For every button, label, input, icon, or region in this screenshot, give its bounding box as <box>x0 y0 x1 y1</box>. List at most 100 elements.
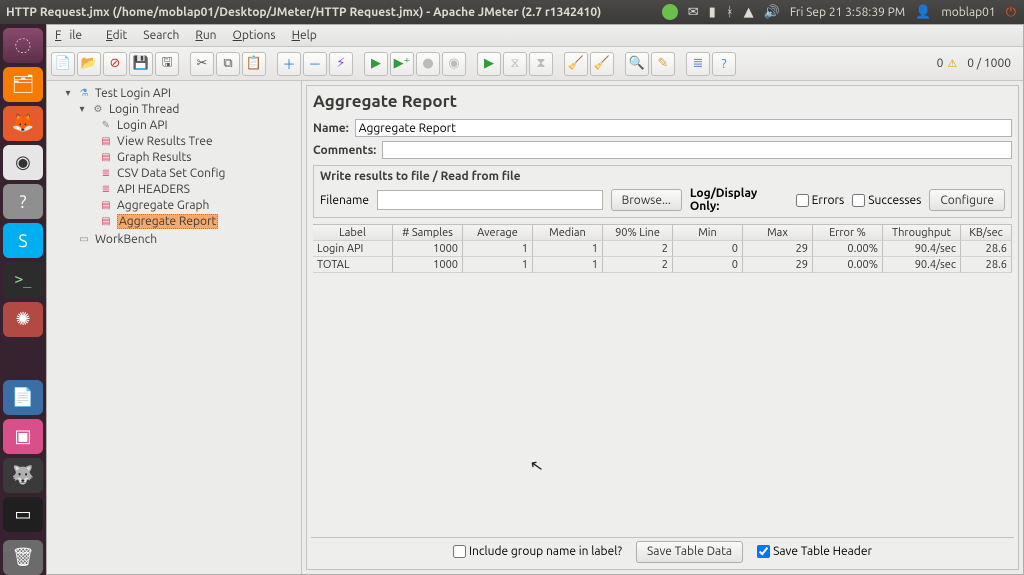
tool-collapse[interactable]: － <box>303 52 327 76</box>
table-row[interactable]: TOTAL 1000 1 1 2 0 29 0.00% 90.4/sec 28.… <box>313 257 1012 273</box>
col-min[interactable]: Min <box>673 225 743 241</box>
tree-sampler[interactable]: ✎Login API <box>49 117 299 133</box>
threadgroup-icon: ⚙ <box>91 102 105 116</box>
tool-expand[interactable]: ＋ <box>277 52 301 76</box>
menu-search[interactable]: Search <box>135 29 187 42</box>
tool-remote-shut[interactable]: ⧗ <box>529 52 553 76</box>
launcher-trash[interactable]: 🗑 <box>3 540 43 575</box>
aggregate-table[interactable]: Label # Samples Average Median 90% Line … <box>313 224 1012 273</box>
tool-remote-stop[interactable]: ⧖ <box>503 52 527 76</box>
clock[interactable]: Fri Sep 21 3:58:39 PM <box>790 6 905 19</box>
col-max[interactable]: Max <box>743 225 813 241</box>
tool-cut[interactable]: ✂ <box>190 52 214 76</box>
main-panel: Aggregate Report Name: Comments: Write r… <box>302 81 1023 574</box>
launcher-dash[interactable]: ◌ <box>3 28 43 63</box>
launcher-files[interactable]: 🗂 <box>3 67 43 102</box>
log-display-label: Log/Display Only: <box>690 187 788 213</box>
user-icon[interactable]: 👤 <box>915 5 931 20</box>
tool-search[interactable]: 🔍 <box>625 52 649 76</box>
tool-reset-search[interactable]: ✎ <box>651 52 675 76</box>
launcher-skype[interactable]: S <box>3 223 43 258</box>
col-kbsec[interactable]: KB/sec <box>961 225 1012 241</box>
power-icon[interactable]: ⏻ <box>1006 5 1016 20</box>
launcher-gimp[interactable]: 🐺 <box>3 458 43 493</box>
tool-start[interactable]: ▶ <box>364 52 388 76</box>
configure-button[interactable]: Configure <box>929 189 1005 211</box>
status-ok-icon[interactable] <box>662 4 678 20</box>
menu-file[interactable]: File <box>47 29 98 42</box>
tool-stop[interactable]: ● <box>416 52 440 76</box>
name-input[interactable] <box>355 119 1012 137</box>
table-footer: Include group name in label? Save Table … <box>311 537 1014 565</box>
tool-close[interactable]: ⊘ <box>103 52 127 76</box>
tool-open[interactable]: 📂 <box>77 52 101 76</box>
tool-new[interactable]: 📄 <box>51 52 75 76</box>
launcher-settings[interactable]: ✺ <box>3 302 43 337</box>
menu-help[interactable]: Help <box>284 29 325 42</box>
volume-icon[interactable]: 🔊 <box>764 5 780 20</box>
collapse-icon[interactable]: ▾ <box>77 103 87 115</box>
tool-shutdown[interactable]: ◉ <box>442 52 466 76</box>
menubar: File Edit Search Run Options Help <box>47 25 1023 47</box>
config-icon: ≣ <box>99 166 113 180</box>
tool-toggle[interactable]: ⚡ <box>329 52 353 76</box>
launcher-firefox[interactable]: 🦊 <box>3 106 43 141</box>
tree-view-results[interactable]: ▤View Results Tree <box>49 133 299 149</box>
test-plan-tree[interactable]: ▾ ⚗ Test Login API ▾ ⚙ Login Thread ✎Log… <box>47 81 302 574</box>
tool-remote-start[interactable]: ▶ <box>477 52 501 76</box>
name-label: Name: <box>313 122 349 135</box>
wifi-icon[interactable]: ▲ <box>744 5 754 20</box>
tree-agg-graph[interactable]: ▤Aggregate Graph <box>49 197 299 213</box>
menu-run[interactable]: Run <box>187 29 224 42</box>
filename-input[interactable] <box>377 190 603 210</box>
bluetooth-icon[interactable]: ᚼ <box>726 5 734 19</box>
launcher-chrome[interactable]: ◉ <box>3 145 43 180</box>
col-median[interactable]: Median <box>533 225 603 241</box>
col-error[interactable]: Error % <box>813 225 883 241</box>
col-throughput[interactable]: Throughput <box>883 225 961 241</box>
menu-options[interactable]: Options <box>225 29 284 42</box>
launcher-media[interactable]: ▣ <box>3 419 43 454</box>
tool-clear1[interactable]: 🧹 <box>564 52 588 76</box>
tree-agg-report[interactable]: ▤Aggregate Report <box>49 213 299 229</box>
col-label[interactable]: Label <box>313 225 393 241</box>
comments-input[interactable] <box>382 141 1012 159</box>
save-table-data-button[interactable]: Save Table Data <box>636 541 743 563</box>
col-average[interactable]: Average <box>463 225 533 241</box>
sampler-icon: ✎ <box>99 118 113 132</box>
tree-workbench[interactable]: ▾ ▭ WorkBench <box>49 231 299 247</box>
browse-button[interactable]: Browse... <box>611 189 682 211</box>
battery-icon[interactable]: ▮ <box>709 5 716 20</box>
tool-help[interactable]: ? <box>712 52 736 76</box>
save-table-header-checkbox[interactable]: Save Table Header <box>757 545 872 558</box>
launcher-help[interactable]: ? <box>3 184 43 219</box>
menu-edit[interactable]: Edit <box>98 29 135 42</box>
tool-paste[interactable]: 📋 <box>242 52 266 76</box>
tree-root[interactable]: ▾ ⚗ Test Login API <box>49 85 299 101</box>
tree-csv-config[interactable]: ≣CSV Data Set Config <box>49 165 299 181</box>
table-row[interactable]: Login API 1000 1 1 2 0 29 0.00% 90.4/sec… <box>313 241 1012 257</box>
username[interactable]: moblap01 <box>941 6 995 19</box>
include-group-checkbox[interactable]: Include group name in label? <box>453 545 622 558</box>
tool-saveas[interactable]: 🖫 <box>155 52 179 76</box>
launcher-writer[interactable]: 📄 <box>3 380 43 415</box>
tree-api-headers[interactable]: ≣API HEADERS <box>49 181 299 197</box>
tool-clear-all[interactable]: 🧹 <box>590 52 614 76</box>
col-samples[interactable]: # Samples <box>393 225 463 241</box>
collapse-icon[interactable]: ▾ <box>63 87 73 99</box>
mail-icon[interactable]: ✉ <box>688 5 699 20</box>
tool-copy[interactable]: ⧉ <box>216 52 240 76</box>
testplan-icon: ⚗ <box>77 86 91 100</box>
filename-label: Filename <box>320 194 369 207</box>
listener-icon: ▤ <box>99 214 113 228</box>
errors-checkbox[interactable]: Errors <box>796 194 845 207</box>
col-90line[interactable]: 90% Line <box>603 225 673 241</box>
tree-graph-results[interactable]: ▤Graph Results <box>49 149 299 165</box>
launcher-terminal[interactable]: >_ <box>3 262 43 297</box>
launcher-screenshot[interactable]: ▭ <box>3 497 43 532</box>
tool-start-notimer[interactable]: ▶⁺ <box>390 52 414 76</box>
tool-func[interactable]: ≣ <box>686 52 710 76</box>
successes-checkbox[interactable]: Successes <box>852 194 921 207</box>
tree-thread-group[interactable]: ▾ ⚙ Login Thread <box>49 101 299 117</box>
tool-save[interactable]: 💾 <box>129 52 153 76</box>
